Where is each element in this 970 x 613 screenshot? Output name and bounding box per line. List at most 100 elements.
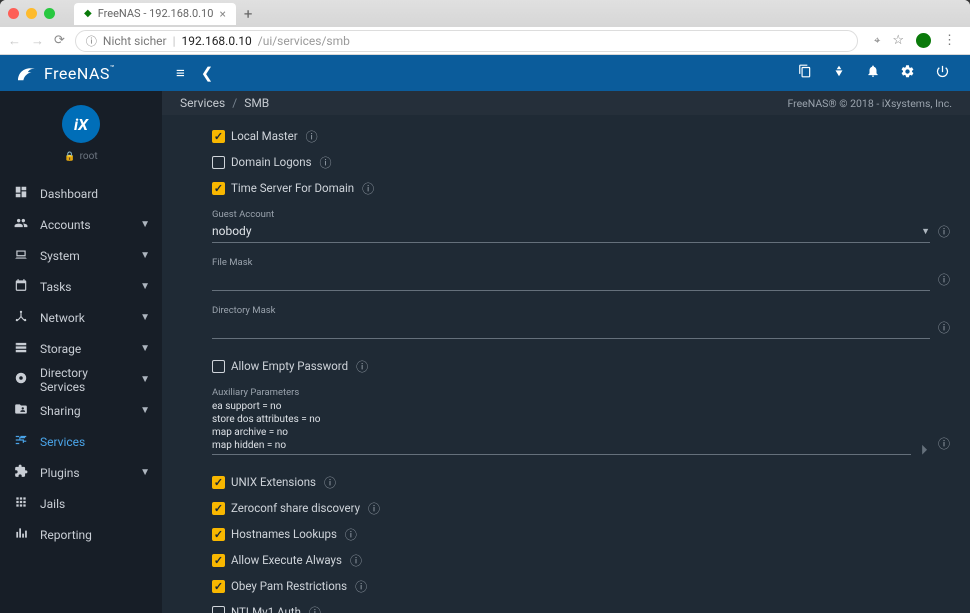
sidebar-item-reporting[interactable]: Reporting xyxy=(0,519,162,550)
sidebar-item-label: Dashboard xyxy=(40,187,98,201)
profile-avatar-icon[interactable] xyxy=(916,33,931,48)
help-icon[interactable]: ⓘ xyxy=(350,552,362,569)
sidebar-item-label: Plugins xyxy=(40,466,80,480)
sidebar-item-system[interactable]: System ▼ xyxy=(0,240,162,271)
sidebar-item-network[interactable]: Network ▼ xyxy=(0,302,162,333)
translate-icon[interactable]: ⌖ xyxy=(874,34,880,48)
chevron-down-icon: ▼ xyxy=(140,374,150,385)
window-minimize-button[interactable] xyxy=(26,8,37,19)
ix-logo-icon: iX xyxy=(62,105,100,143)
local-master-checkbox[interactable]: ✓ xyxy=(212,130,225,143)
sidebar-item-sharing[interactable]: Sharing ▼ xyxy=(0,395,162,426)
new-tab-button[interactable]: + xyxy=(244,5,253,23)
chevron-down-icon: ▼ xyxy=(140,219,150,230)
sidebar-item-plugins[interactable]: Plugins ▼ xyxy=(0,457,162,488)
local-master-label: Local Master xyxy=(231,129,298,143)
sidebar-item-directory-services[interactable]: Directory Services ▼ xyxy=(0,364,162,395)
laptop-icon xyxy=(14,247,28,265)
sidebar-item-accounts[interactable]: Accounts ▼ xyxy=(0,209,162,240)
time-server-checkbox[interactable]: ✓ xyxy=(212,182,225,195)
resize-handle-icon[interactable]: ◢ xyxy=(917,444,929,456)
hub-icon xyxy=(14,309,28,327)
window-close-button[interactable] xyxy=(8,8,19,19)
help-icon[interactable]: ⓘ xyxy=(356,358,368,375)
help-icon[interactable]: ⓘ xyxy=(324,474,336,491)
chevron-down-icon: ▼ xyxy=(140,312,150,323)
chevron-down-icon: ▼ xyxy=(140,405,150,416)
help-icon[interactable]: ⓘ xyxy=(938,271,950,291)
chevron-down-icon: ▼ xyxy=(140,343,150,354)
sidebar-item-label: Storage xyxy=(40,342,81,356)
help-icon[interactable]: ⓘ xyxy=(938,435,950,455)
allow-empty-password-label: Allow Empty Password xyxy=(231,359,348,373)
sidebar-item-jails[interactable]: Jails xyxy=(0,488,162,519)
tab-title: FreeNAS - 192.168.0.10 xyxy=(98,7,214,20)
help-icon[interactable]: ⓘ xyxy=(938,223,950,243)
url-host: 192.168.0.10 xyxy=(182,34,252,48)
sidebar-item-tasks[interactable]: Tasks ▼ xyxy=(0,271,162,302)
sidebar-item-dashboard[interactable]: Dashboard xyxy=(0,178,162,209)
folder-shared-icon xyxy=(14,402,28,420)
address-bar[interactable]: ⓘ Nicht sicher | 192.168.0.10/ui/service… xyxy=(75,30,858,52)
aux-params-textarea[interactable] xyxy=(212,398,911,455)
notification-bell-icon[interactable] xyxy=(866,64,880,82)
sidebar-item-services[interactable]: Services xyxy=(0,426,162,457)
zeroconf-checkbox[interactable]: ✓ xyxy=(212,502,225,515)
clipboard-icon[interactable] xyxy=(798,64,812,82)
nav-reload-icon[interactable]: ⟳ xyxy=(54,33,65,48)
guest-account-select[interactable]: nobody ▼ xyxy=(212,220,930,243)
sidebar-item-label: Sharing xyxy=(40,404,81,418)
sidebar-item-label: Jails xyxy=(40,497,65,511)
allow-execute-always-checkbox[interactable]: ✓ xyxy=(212,554,225,567)
sidebar-item-label: System xyxy=(40,249,80,263)
window-zoom-button[interactable] xyxy=(44,8,55,19)
brand-shark-icon xyxy=(16,64,38,82)
nav-back-app-icon[interactable]: ❮ xyxy=(201,64,214,82)
help-icon[interactable]: ⓘ xyxy=(355,578,367,595)
obey-pam-label: Obey Pam Restrictions xyxy=(231,579,347,593)
brand-text: FreeNAS™ xyxy=(44,64,115,83)
allow-empty-password-checkbox[interactable] xyxy=(212,360,225,373)
not-secure-label: Nicht sicher xyxy=(103,34,167,48)
obey-pam-checkbox[interactable]: ✓ xyxy=(212,580,225,593)
nav-forward-icon: → xyxy=(31,33,44,49)
help-icon[interactable]: ⓘ xyxy=(306,128,318,145)
breadcrumb: Services / SMB xyxy=(180,96,269,110)
site-info-icon[interactable]: ⓘ xyxy=(86,33,97,49)
browser-tab[interactable]: ◆ FreeNAS - 192.168.0.10 × xyxy=(74,3,236,25)
directory-mask-input[interactable] xyxy=(212,316,930,339)
help-icon[interactable]: ⓘ xyxy=(320,154,332,171)
help-icon[interactable]: ⓘ xyxy=(368,500,380,517)
favicon-icon: ◆ xyxy=(84,8,92,19)
breadcrumb-services[interactable]: Services xyxy=(180,96,225,110)
hamburger-menu-icon[interactable]: ≡ xyxy=(176,64,185,82)
hostnames-lookups-checkbox[interactable]: ✓ xyxy=(212,528,225,541)
tab-close-icon[interactable]: × xyxy=(219,7,225,21)
zeroconf-label: Zeroconf share discovery xyxy=(231,501,360,515)
file-mask-input[interactable] xyxy=(212,268,930,291)
tune-icon xyxy=(14,433,28,451)
help-icon[interactable]: ⓘ xyxy=(345,526,357,543)
ntlmv1-checkbox[interactable] xyxy=(212,606,225,613)
help-icon[interactable]: ⓘ xyxy=(938,319,950,339)
breadcrumb-smb[interactable]: SMB xyxy=(244,96,269,110)
lock-icon: 🔒 xyxy=(64,152,75,162)
domain-logons-checkbox[interactable] xyxy=(212,156,225,169)
chevron-down-icon: ▼ xyxy=(140,467,150,478)
sidebar-item-storage[interactable]: Storage ▼ xyxy=(0,333,162,364)
sidebar-item-label: Tasks xyxy=(40,280,72,294)
help-icon[interactable]: ⓘ xyxy=(309,604,321,613)
theme-icon[interactable] xyxy=(832,64,846,82)
settings-gear-icon[interactable] xyxy=(900,64,915,83)
sidebar-item-label: Network xyxy=(40,311,85,325)
bookmark-icon[interactable]: ☆ xyxy=(892,33,904,48)
brand-logo[interactable]: FreeNAS™ xyxy=(0,64,162,83)
browser-menu-icon[interactable]: ⋮ xyxy=(943,33,956,48)
power-icon[interactable] xyxy=(935,64,950,83)
help-icon[interactable]: ⓘ xyxy=(362,180,374,197)
unix-extensions-checkbox[interactable]: ✓ xyxy=(212,476,225,489)
chevron-down-icon: ▼ xyxy=(921,226,930,237)
sidebar-item-label: Services xyxy=(40,435,85,449)
sidebar-item-label: Accounts xyxy=(40,218,91,232)
people-icon xyxy=(14,216,28,234)
